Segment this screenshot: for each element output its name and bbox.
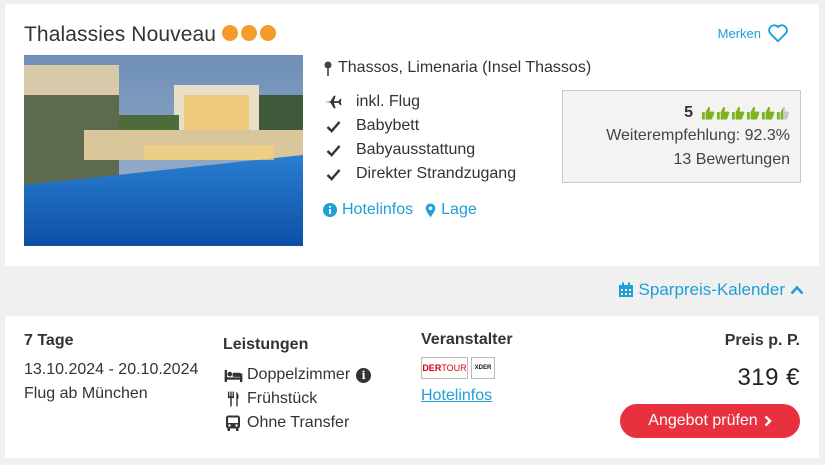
leistungen-title: Leistungen	[223, 336, 309, 353]
chevron-up-icon	[790, 285, 804, 295]
feature-item: Direkter Strandzugang	[323, 162, 516, 186]
lage-label: Lage	[441, 201, 477, 218]
check-icon	[323, 142, 343, 158]
room-info-icon[interactable]: i	[356, 367, 372, 383]
bed-icon	[223, 367, 243, 383]
leistungen: Leistungen Doppelzimmer i Frühstück Ohne…	[223, 336, 372, 435]
thumbs-up-icon	[761, 106, 775, 120]
price-value: 319 €	[737, 364, 800, 391]
thumbs-up-icon	[776, 106, 790, 120]
location-text: Thassos, Limenaria (Insel Thassos)	[338, 59, 592, 76]
feature-label: Babybett	[356, 117, 420, 134]
hotel-links: Hotelinfos Lage	[323, 201, 477, 219]
hotel-location: Thassos, Limenaria (Insel Thassos)	[323, 59, 591, 77]
thumbs-up-icon	[746, 106, 760, 120]
star-icon	[222, 25, 238, 41]
merken-button[interactable]: Merken	[718, 23, 789, 43]
thumbs-up-icon	[716, 106, 730, 120]
hotel-photo[interactable]	[24, 55, 303, 246]
room-row: Doppelzimmer i	[223, 363, 372, 387]
transfer-label: Ohne Transfer	[247, 414, 350, 431]
xder-logo: XDER	[471, 357, 495, 379]
plane-icon	[323, 94, 343, 110]
thumbs-rating	[701, 105, 790, 121]
board-row: Frühstück	[223, 387, 371, 411]
price-block: Preis p. P. 319 € Angebot prüfen	[620, 332, 800, 438]
rating-box[interactable]: 5 Weiterempfehlung: 92.3% 13 Bewertungen	[562, 90, 801, 183]
merken-label: Merken	[717, 25, 761, 41]
chevron-right-icon	[764, 415, 772, 427]
rating-score-row: 5	[563, 102, 790, 124]
feature-label: Direkter Strandzugang	[356, 165, 517, 182]
veranstalter-title: Veranstalter	[421, 331, 513, 348]
hotel-stars	[222, 25, 276, 41]
feature-list: inkl. Flug Babybett Babyausstattung Dire…	[323, 90, 516, 186]
flight-origin: Flug ab München	[24, 385, 148, 402]
price-title: Preis p. P.	[724, 332, 800, 349]
room-label: Doppelzimmer	[247, 366, 351, 383]
heart-icon	[768, 24, 788, 43]
check-icon	[323, 166, 343, 182]
hotel-name[interactable]: Thalassies Nouveau	[24, 23, 216, 47]
recommendation-text: Weiterempfehlung: 92.3%	[606, 127, 790, 144]
info-icon	[323, 203, 337, 217]
sparpreis-label: Sparpreis-Kalender	[638, 280, 785, 299]
bus-icon	[223, 415, 243, 431]
feature-label: Babyausstattung	[356, 141, 476, 158]
hotel-card: Thalassies Nouveau Merken Thassos, Limen…	[5, 4, 819, 266]
star-icon	[260, 25, 276, 41]
board-label: Frühstück	[247, 390, 318, 407]
travel-duration: 7 Tage	[24, 332, 74, 349]
angebot-pruefen-label: Angebot prüfen	[648, 412, 758, 429]
lage-link[interactable]: Lage	[425, 201, 477, 219]
map-pin-icon	[324, 61, 332, 76]
dertour-logo: DER TOUR	[421, 357, 468, 379]
feature-label: inkl. Flug	[356, 93, 421, 110]
hotelinfos-link[interactable]: Hotelinfos	[323, 201, 413, 219]
thumbs-up-icon	[701, 106, 715, 120]
veranstalter-hotelinfos-link[interactable]: Hotelinfos	[421, 387, 492, 404]
veranstalter: Veranstalter DER TOUR XDER Hotelinfos	[421, 331, 513, 405]
cutlery-icon	[223, 391, 243, 407]
feature-item: Babyausstattung	[323, 138, 516, 162]
angebot-pruefen-button[interactable]: Angebot prüfen	[620, 404, 800, 438]
operator-logos: DER TOUR XDER	[421, 357, 513, 379]
rating-score: 5	[684, 104, 693, 121]
thumbs-up-icon	[731, 106, 745, 120]
calendar-icon	[618, 282, 633, 297]
travel-details: 7 Tage 13.10.2024 - 20.10.2024 Flug ab M…	[24, 332, 198, 406]
star-icon	[241, 25, 257, 41]
offer-card: 7 Tage 13.10.2024 - 20.10.2024 Flug ab M…	[5, 316, 819, 458]
hotelinfos-label: Hotelinfos	[342, 201, 414, 218]
map-marker-icon	[425, 203, 436, 217]
transfer-row: Ohne Transfer	[223, 411, 371, 435]
check-icon	[323, 118, 343, 134]
feature-item: inkl. Flug	[323, 90, 516, 114]
sparpreis-kalender-toggle[interactable]: Sparpreis-Kalender	[618, 280, 804, 300]
feature-item: Babybett	[323, 114, 516, 138]
travel-dates: 13.10.2024 - 20.10.2024	[24, 361, 199, 378]
review-count[interactable]: 13 Bewertungen	[563, 148, 790, 172]
